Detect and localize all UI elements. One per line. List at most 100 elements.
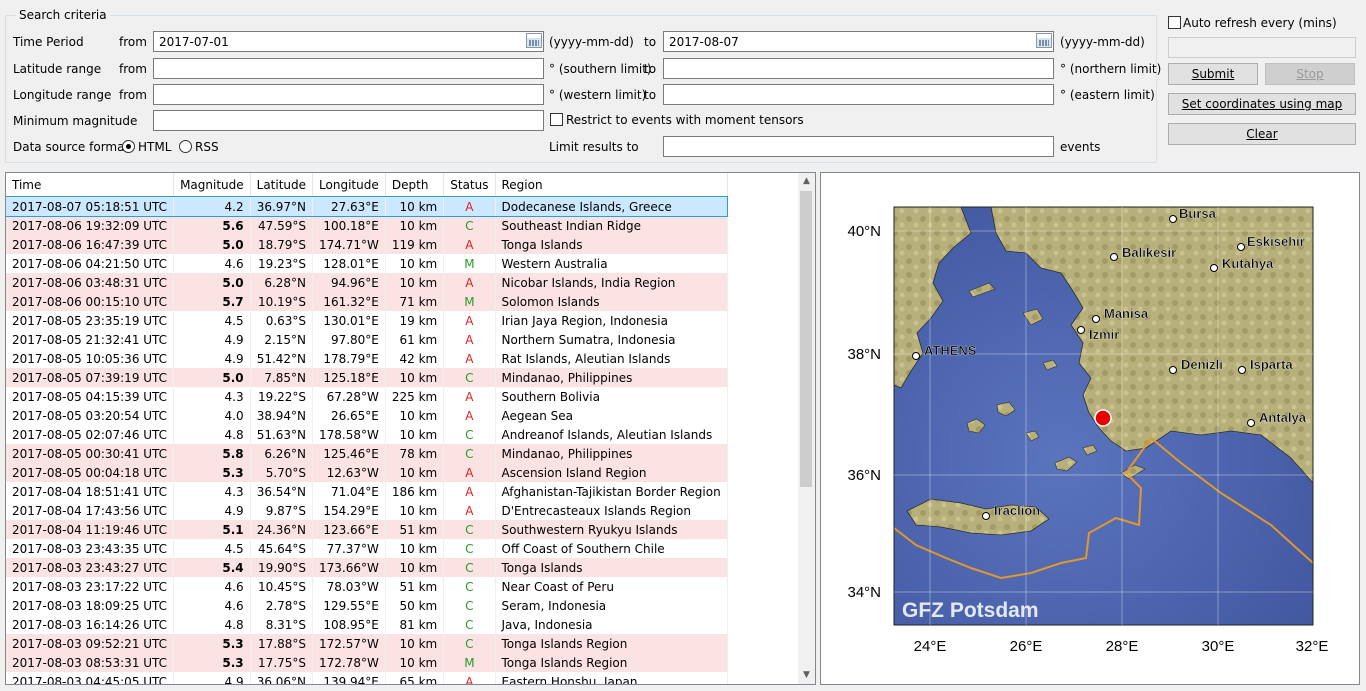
cell-lon: 174.71°W <box>312 235 386 254</box>
column-header-depth[interactable]: Depth <box>385 173 445 198</box>
lat-to-input[interactable] <box>663 58 1054 79</box>
lon-from-input[interactable] <box>153 84 544 105</box>
column-header-latitude[interactable]: Latitude <box>250 173 314 198</box>
table-row[interactable]: 2017-08-05 03:20:54 UTC 4.0 38.94°N 26.65°E… <box>6 406 728 425</box>
lon-to-input[interactable] <box>663 84 1054 105</box>
date-format-hint: (yyyy-mm-dd) <box>1060 35 1145 49</box>
cell-depth: 19 km <box>385 311 445 330</box>
clear-button[interactable]: Clear <box>1168 123 1356 145</box>
table-row[interactable]: 2017-08-05 07:39:19 UTC 5.0 7.85°N 125.18°E… <box>6 368 728 387</box>
table-row[interactable]: 2017-08-05 21:32:41 UTC 4.9 2.15°N 97.80°E 6… <box>6 330 728 349</box>
table-row[interactable]: 2017-08-06 00:15:10 UTC 5.7 10.19°S 161.32°… <box>6 292 728 311</box>
table-row[interactable]: 2017-08-06 03:48:31 UTC 5.0 6.28°N 94.96°E 1… <box>6 273 728 292</box>
column-header-status[interactable]: Status <box>443 173 496 198</box>
table-row[interactable]: 2017-08-06 19:32:09 UTC 5.6 47.59°S 100.18°… <box>6 216 728 235</box>
table-row[interactable]: 2017-08-04 18:51:41 UTC 4.3 36.54°N 71.04°E… <box>6 482 728 501</box>
table-row[interactable]: 2017-08-03 23:17:22 UTC 4.6 10.45°S 78.03°W… <box>6 577 728 596</box>
table-row[interactable]: 2017-08-05 23:35:19 UTC 4.5 0.63°S 130.01°E… <box>6 311 728 330</box>
lat-tick-label: 38°N <box>847 346 881 363</box>
events-table: Time Magnitude Latitude Longitude Depth Statu… <box>6 173 729 684</box>
cell-depth: 71 km <box>385 292 445 311</box>
table-row[interactable]: 2017-08-04 17:43:56 UTC 4.9 9.87°S 154.29°E… <box>6 501 728 520</box>
cell-lon: 172.57°W <box>312 634 386 653</box>
rss-radio[interactable] <box>179 140 192 153</box>
cell-magnitude: 5.7 <box>173 292 251 311</box>
table-row[interactable]: 2017-08-06 16:47:39 UTC 5.0 18.79°S 174.71°… <box>6 235 728 254</box>
cell-region: Andreanof Islands, Aleutian Islands <box>495 425 728 444</box>
cell-time: 2017-08-03 16:14:26 UTC <box>6 615 175 634</box>
event-marker[interactable] <box>1094 409 1112 427</box>
cell-lon: 12.63°W <box>312 463 386 482</box>
table-row[interactable]: 2017-08-03 04:45:05 UTC 4.9 36.06°N 139.94°… <box>6 672 728 684</box>
cell-depth: 10 km <box>385 558 445 577</box>
city-dot <box>912 352 920 360</box>
table-row[interactable]: 2017-08-05 10:05:36 UTC 4.9 51.42°N 178.79°… <box>6 349 728 368</box>
cell-lat: 36.97°N <box>250 197 314 216</box>
cell-lon: 78.03°W <box>312 577 386 596</box>
lon-from-label: from <box>119 88 147 102</box>
cell-depth: 65 km <box>385 672 445 684</box>
cell-time: 2017-08-03 04:45:05 UTC <box>6 672 175 684</box>
table-row[interactable]: 2017-08-03 23:43:27 UTC 5.4 19.90°S 173.66°… <box>6 558 728 577</box>
auto-refresh-input[interactable] <box>1168 37 1356 58</box>
auto-refresh-checkbox[interactable] <box>1168 16 1181 29</box>
cell-region: Western Australia <box>495 254 728 273</box>
cell-time: 2017-08-03 23:17:22 UTC <box>6 577 175 596</box>
table-row[interactable]: 2017-08-06 04:21:50 UTC 4.6 19.23°S 128.01°… <box>6 254 728 273</box>
cell-depth: 10 km <box>385 406 445 425</box>
cell-status: A <box>443 672 496 684</box>
cell-lon: 161.32°E <box>312 292 386 311</box>
cell-time: 2017-08-06 19:32:09 UTC <box>6 216 175 235</box>
min-magnitude-label: Minimum magnitude <box>13 114 138 128</box>
lon-tick-label: 26°E <box>1010 638 1043 655</box>
scroll-down-arrow-icon[interactable]: ▼ <box>798 667 815 684</box>
cell-status: C <box>443 520 496 539</box>
cell-depth: 119 km <box>385 235 445 254</box>
time-from-input[interactable] <box>153 31 544 52</box>
table-row[interactable]: 2017-08-05 04:15:39 UTC 4.3 19.22°S 67.28°W… <box>6 387 728 406</box>
table-row[interactable]: 2017-08-03 09:52:21 UTC 5.3 17.88°S 172.57°… <box>6 634 728 653</box>
moment-tensor-checkbox[interactable] <box>550 113 563 126</box>
table-row[interactable]: 2017-08-03 18:09:25 UTC 4.6 2.78°S 129.55°E… <box>6 596 728 615</box>
table-row[interactable]: 2017-08-05 00:04:18 UTC 5.3 5.70°S 12.63°W 1… <box>6 463 728 482</box>
cell-magnitude: 5.6 <box>173 216 251 235</box>
table-row[interactable]: 2017-08-07 05:18:51 UTC 4.2 36.97°N 27.63°E… <box>6 196 729 217</box>
time-to-input[interactable] <box>663 31 1054 52</box>
lat-from-input[interactable] <box>153 58 544 79</box>
calendar-icon[interactable] <box>1036 33 1052 48</box>
cell-status: C <box>443 216 496 235</box>
column-header-magnitude[interactable]: Magnitude <box>173 173 251 198</box>
cell-region: Solomon Islands <box>495 292 728 311</box>
region-map[interactable]: 40°N 38°N 36°N 34°N 24°E 26°E 28°E 30°E 32°E Bu… <box>821 173 1359 684</box>
cell-region: Java, Indonesia <box>495 615 728 634</box>
cell-magnitude: 5.4 <box>173 558 251 577</box>
cell-magnitude: 4.8 <box>173 615 251 634</box>
cell-magnitude: 5.0 <box>173 368 251 387</box>
scroll-up-arrow-icon[interactable]: ▲ <box>798 173 815 190</box>
set-coordinates-button[interactable]: Set coordinates using map <box>1168 93 1356 115</box>
submit-button[interactable]: Submit <box>1168 63 1258 85</box>
limit-results-input[interactable] <box>663 136 1054 157</box>
cell-lon: 125.18°E <box>312 368 386 387</box>
table-row[interactable]: 2017-08-05 02:07:46 UTC 4.8 51.63°N 178.58°… <box>6 425 728 444</box>
column-header-longitude[interactable]: Longitude <box>312 173 386 198</box>
cell-lat: 45.64°S <box>250 539 314 558</box>
cell-region: Ascension Island Region <box>495 463 728 482</box>
column-header-time[interactable]: Time <box>6 173 175 198</box>
column-header-region[interactable]: Region <box>495 173 728 198</box>
cell-status: M <box>443 254 496 273</box>
table-row[interactable]: 2017-08-04 11:19:46 UTC 5.1 24.36°N 123.66°… <box>6 520 728 539</box>
html-radio[interactable] <box>122 140 135 153</box>
min-magnitude-input[interactable] <box>153 110 544 131</box>
scrollbar-thumb[interactable] <box>800 191 812 487</box>
cell-lat: 36.54°N <box>250 482 314 501</box>
stop-button[interactable]: Stop <box>1265 63 1355 85</box>
cell-magnitude: 4.6 <box>173 254 251 273</box>
cell-time: 2017-08-03 09:52:21 UTC <box>6 634 175 653</box>
table-row[interactable]: 2017-08-03 16:14:26 UTC 4.8 8.31°S 108.95°E… <box>6 615 728 634</box>
table-row[interactable]: 2017-08-03 08:53:31 UTC 5.3 17.75°S 172.78°… <box>6 653 728 672</box>
table-row[interactable]: 2017-08-05 00:30:41 UTC 5.8 6.26°N 125.46°E… <box>6 444 728 463</box>
table-scrollbar[interactable]: ▲ ▼ <box>798 173 815 684</box>
calendar-icon[interactable] <box>526 33 542 48</box>
table-row[interactable]: 2017-08-03 23:43:35 UTC 4.5 45.64°S 77.37°W… <box>6 539 728 558</box>
